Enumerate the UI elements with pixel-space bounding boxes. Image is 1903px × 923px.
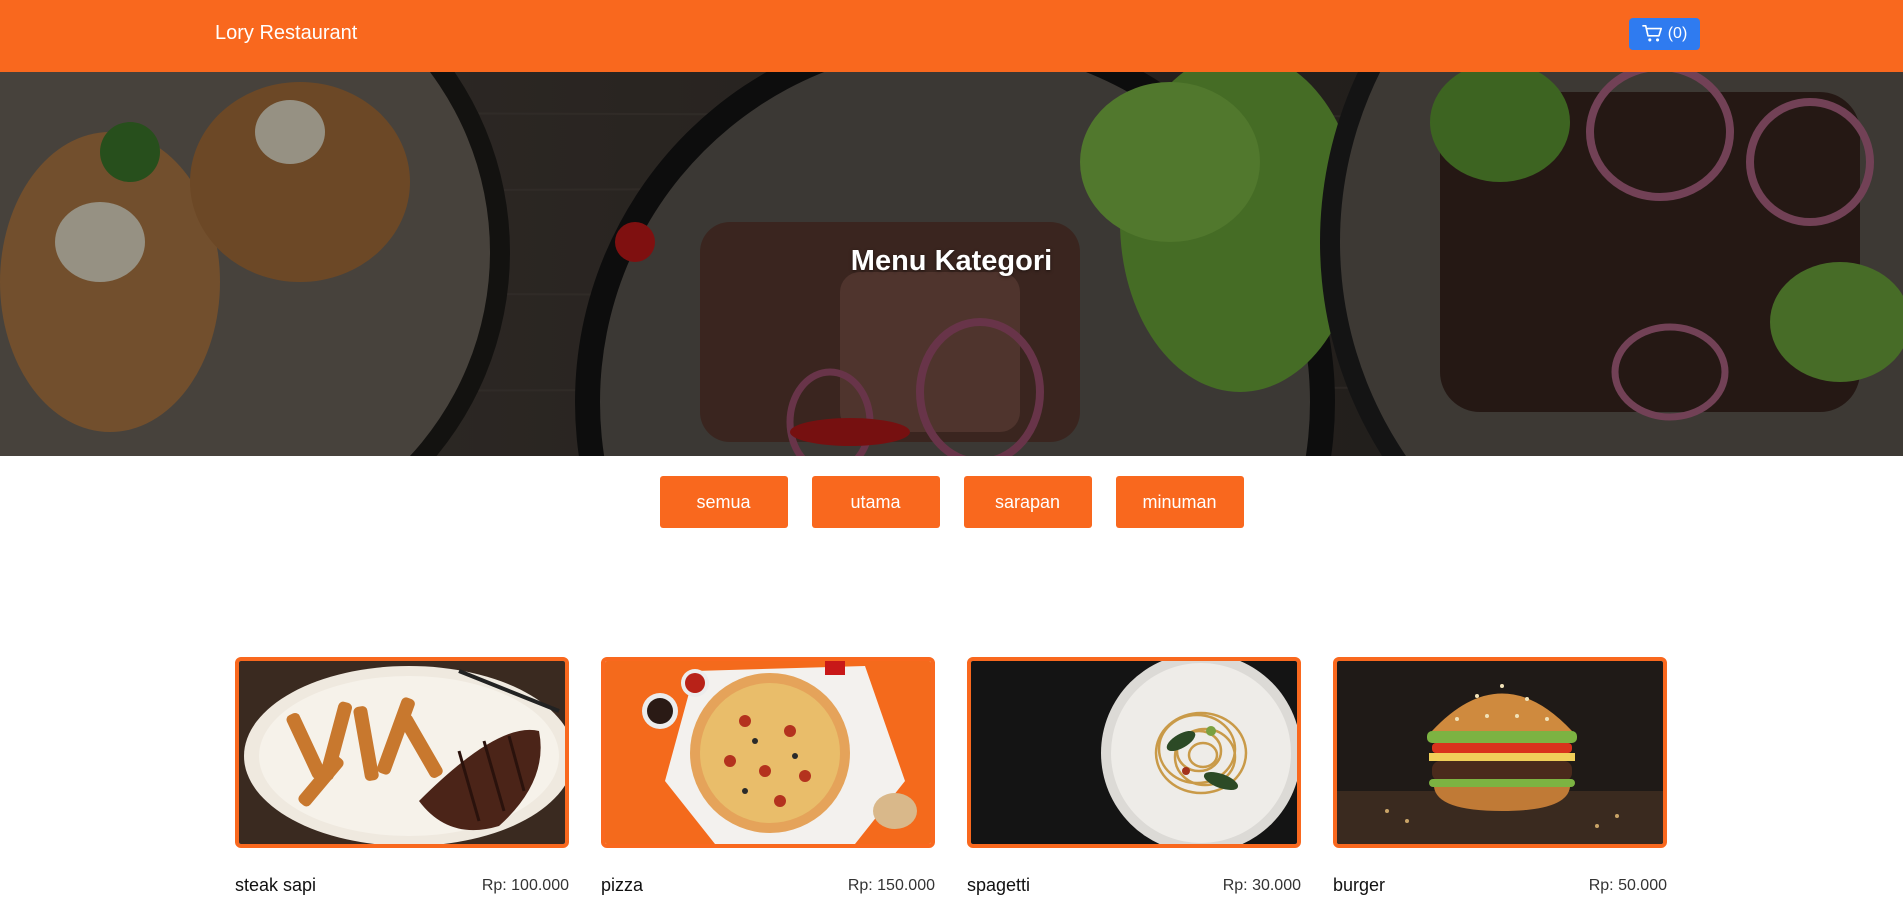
burger-image bbox=[1333, 657, 1667, 848]
menu-item-price: Rp: 50.000 bbox=[1588, 877, 1667, 894]
category-filter: semua utama sarapan minuman bbox=[0, 476, 1903, 528]
brand-name[interactable]: Lory Restaurant bbox=[215, 22, 357, 45]
steak-image bbox=[235, 657, 569, 848]
menu-item-price: Rp: 30.000 bbox=[1222, 877, 1301, 894]
cart-count: (0) bbox=[1667, 25, 1688, 42]
cart-icon bbox=[1641, 25, 1662, 42]
menu-card[interactable]: burger Rp: 50.000 bbox=[1333, 657, 1667, 895]
category-button-minuman[interactable]: minuman bbox=[1115, 476, 1244, 528]
category-button-semua[interactable]: semua bbox=[659, 476, 788, 528]
hero-title: Menu Kategori bbox=[850, 245, 1053, 277]
menu-item-price: Rp: 150.000 bbox=[847, 877, 935, 894]
category-button-utama[interactable]: utama bbox=[811, 476, 940, 528]
menu-item-name: pizza bbox=[601, 875, 644, 895]
menu-item-name: steak sapi bbox=[235, 875, 317, 895]
navbar: Lory Restaurant (0) bbox=[0, 0, 1903, 72]
menu-item-name: burger bbox=[1333, 875, 1386, 895]
category-button-sarapan[interactable]: sarapan bbox=[963, 476, 1092, 528]
menu-item-name: spagetti bbox=[967, 875, 1031, 895]
menu-item-price: Rp: 100.000 bbox=[481, 877, 569, 894]
menu-card[interactable]: pizza Rp: 150.000 bbox=[601, 657, 935, 895]
spagetti-image bbox=[967, 657, 1301, 848]
menu-card[interactable]: spagetti Rp: 30.000 bbox=[967, 657, 1301, 895]
hero-banner: Menu Kategori bbox=[0, 72, 1903, 456]
menu-card[interactable]: steak sapi Rp: 100.000 bbox=[235, 657, 569, 895]
pizza-image bbox=[601, 657, 935, 848]
cart-button[interactable]: (0) bbox=[1629, 18, 1700, 50]
